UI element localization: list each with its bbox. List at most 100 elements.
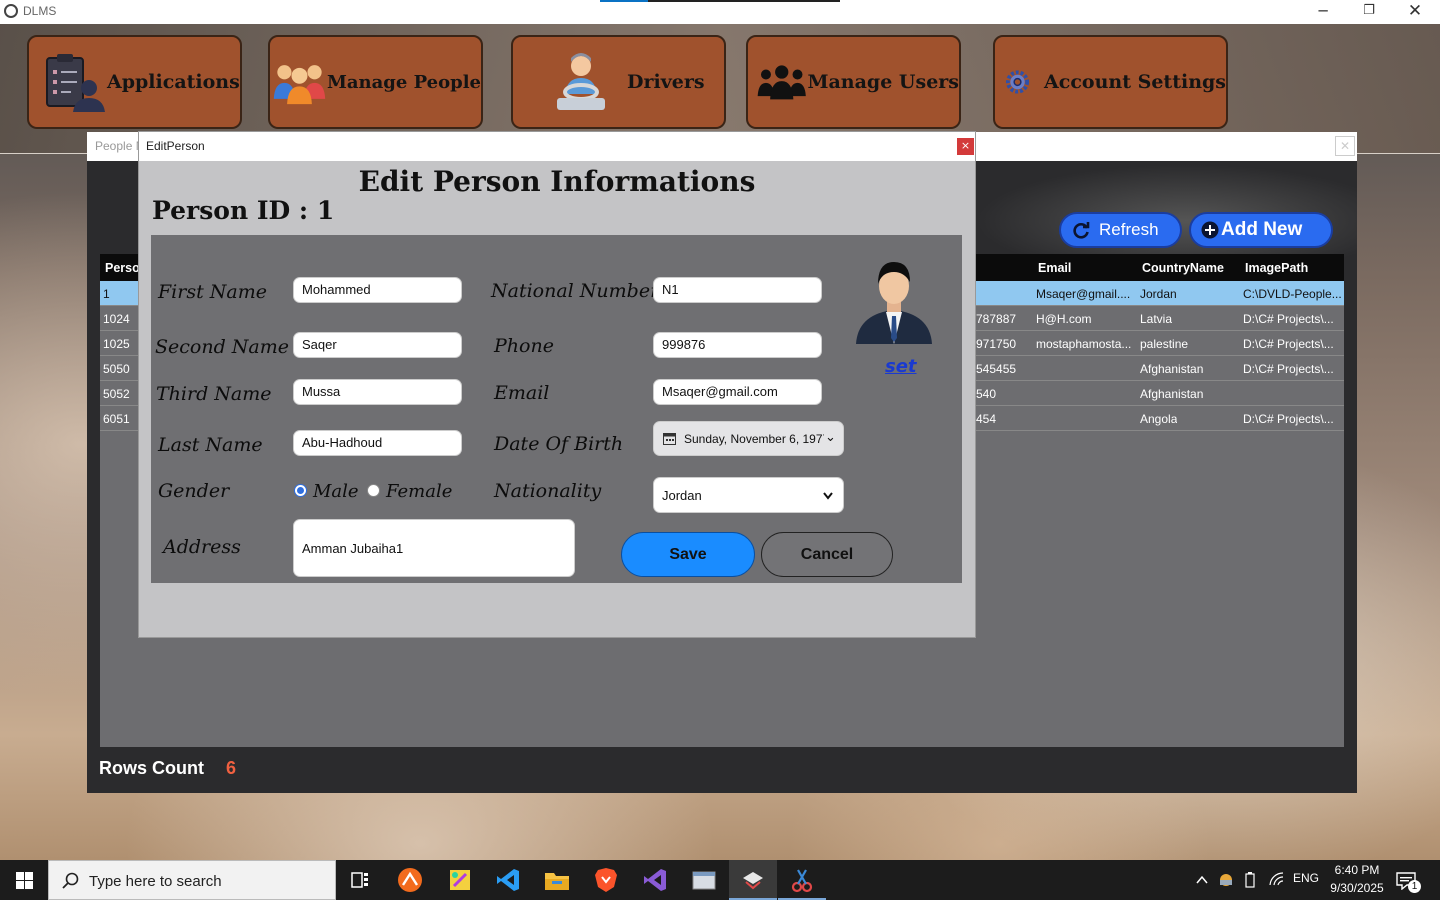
- notification-center-button[interactable]: 1: [1396, 870, 1424, 893]
- address-label: Address: [163, 536, 241, 558]
- app-icon: [4, 4, 18, 18]
- column-header-country[interactable]: CountryName: [1142, 261, 1224, 275]
- address-textarea[interactable]: Amman Jubaiha1: [293, 519, 575, 577]
- last-name-label: Last Name: [158, 434, 263, 456]
- search-placeholder: Type here to search: [89, 873, 222, 890]
- add-new-person-button[interactable]: Add New: [1189, 212, 1333, 248]
- second-name-input[interactable]: Saqer: [293, 332, 462, 358]
- date-of-birth-picker[interactable]: Sunday, November 6, 1977 ⌄: [653, 421, 844, 456]
- dialog-title: EditPerson: [146, 139, 205, 153]
- task-view-button[interactable]: [336, 860, 384, 900]
- app-color-picker-icon: [450, 870, 470, 890]
- people-window-close-button[interactable]: ✕: [1335, 136, 1355, 156]
- refresh-label: Refresh: [1099, 220, 1159, 239]
- rows-count-label: Rows Count: [99, 758, 204, 778]
- column-header-image-path[interactable]: ImagePath: [1245, 261, 1308, 275]
- national-number-label: National Number: [491, 280, 660, 302]
- person-avatar: [856, 262, 932, 344]
- vscode-icon: [497, 869, 519, 891]
- nationality-select[interactable]: Jordan: [653, 477, 844, 513]
- manage-people-label: Manage People: [326, 71, 481, 93]
- last-name-input[interactable]: Abu-Hadhoud: [293, 430, 462, 456]
- app-window-icon: [692, 871, 716, 890]
- first-name-label: First Name: [158, 281, 267, 303]
- drivers-menu-button[interactable]: Drivers: [511, 35, 726, 129]
- driver-icon: [557, 53, 605, 110]
- manage-people-menu-button[interactable]: Manage People: [268, 35, 483, 129]
- language-indicator[interactable]: ENG: [1293, 871, 1319, 885]
- settings-icon: [1005, 70, 1030, 94]
- female-radio-label[interactable]: Female: [386, 481, 452, 502]
- taskbar-app[interactable]: [680, 860, 728, 900]
- window-titlebar: DLMS ─ ❐ ✕: [0, 0, 1440, 24]
- taskbar-app[interactable]: [533, 860, 581, 900]
- third-name-label: Third Name: [156, 383, 272, 405]
- restore-button[interactable]: ❐: [1346, 0, 1392, 24]
- taskbar-app[interactable]: [582, 860, 630, 900]
- plus-circle-icon: [1201, 221, 1219, 239]
- email-input[interactable]: Msaqer@gmail.com: [653, 379, 822, 405]
- date-of-birth-value: Sunday, November 6, 1977: [684, 432, 824, 446]
- dialog-heading: Edit Person Informations: [358, 165, 756, 198]
- second-name-label: Second Name: [155, 336, 289, 358]
- phone-input[interactable]: 999876: [653, 332, 822, 358]
- male-radio-label[interactable]: Male: [313, 481, 359, 502]
- start-button[interactable]: [0, 860, 48, 900]
- wifi-icon[interactable]: [1268, 872, 1284, 886]
- taskbar-app-dlms[interactable]: [729, 860, 777, 900]
- taskbar-search-box[interactable]: Type here to search: [48, 860, 336, 900]
- account-settings-menu-button[interactable]: Account Settings: [993, 35, 1228, 129]
- email-label: Email: [494, 382, 550, 404]
- weather-icon[interactable]: [1219, 873, 1233, 887]
- person-id-label: Person ID : 1: [152, 196, 335, 225]
- visual-studio-icon: [644, 869, 666, 891]
- clock-date[interactable]: 9/30/2025: [1326, 881, 1388, 895]
- phone-label: Phone: [494, 335, 554, 357]
- nationality-label: Nationality: [494, 480, 602, 502]
- cancel-button[interactable]: Cancel: [761, 532, 893, 577]
- refresh-icon: [1073, 222, 1090, 239]
- female-radio[interactable]: [367, 484, 380, 497]
- battery-icon[interactable]: [1244, 872, 1256, 888]
- manage-users-menu-button[interactable]: Manage Users: [746, 35, 961, 129]
- manage-users-label: Manage Users: [807, 71, 959, 93]
- titlebar-accent: [600, 0, 840, 2]
- minimize-button[interactable]: ─: [1300, 0, 1346, 24]
- taskbar-app[interactable]: [386, 860, 434, 900]
- national-number-input[interactable]: N1: [653, 277, 822, 303]
- users-icon: [757, 65, 806, 100]
- taskbar: Type here to search ENG 6:40 PM 9/30/202…: [0, 860, 1440, 900]
- column-header-email[interactable]: Email: [1038, 261, 1071, 275]
- drivers-label: Drivers: [627, 71, 705, 93]
- taskbar-app[interactable]: [631, 860, 679, 900]
- dialog-titlebar: EditPerson ×: [139, 132, 975, 161]
- rows-count-value: 6: [226, 758, 237, 778]
- snipping-tool-icon: [791, 869, 813, 893]
- gender-label: Gender: [158, 480, 230, 502]
- first-name-input[interactable]: Mohammed: [293, 277, 462, 303]
- refresh-button[interactable]: Refresh: [1059, 212, 1182, 248]
- close-window-button[interactable]: ✕: [1392, 0, 1438, 24]
- add-new-label: Add New: [1221, 219, 1303, 240]
- search-icon: [62, 872, 79, 889]
- taskbar-app[interactable]: [436, 860, 484, 900]
- notification-count-badge: 1: [1408, 880, 1421, 893]
- dialog-close-button[interactable]: ×: [957, 138, 974, 155]
- set-image-link[interactable]: set: [885, 356, 917, 377]
- taskbar-app[interactable]: [484, 860, 532, 900]
- applications-menu-button[interactable]: Applications: [27, 35, 242, 129]
- taskbar-app[interactable]: [778, 860, 826, 900]
- male-radio[interactable]: [294, 484, 307, 497]
- chevron-down-icon: [823, 492, 833, 500]
- clock-time[interactable]: 6:40 PM: [1326, 863, 1388, 877]
- app-orange-icon: [398, 868, 422, 892]
- column-header-person-id[interactable]: Perso: [105, 261, 140, 275]
- people-icon: [273, 65, 326, 105]
- save-button[interactable]: Save: [621, 532, 755, 577]
- show-hidden-icons-icon[interactable]: [1196, 875, 1208, 884]
- window-title: DLMS: [23, 4, 57, 18]
- file-explorer-icon: [545, 873, 569, 890]
- task-view-icon: [351, 872, 368, 888]
- chevron-down-icon: ⌄: [825, 429, 836, 444]
- third-name-input[interactable]: Mussa: [293, 379, 462, 405]
